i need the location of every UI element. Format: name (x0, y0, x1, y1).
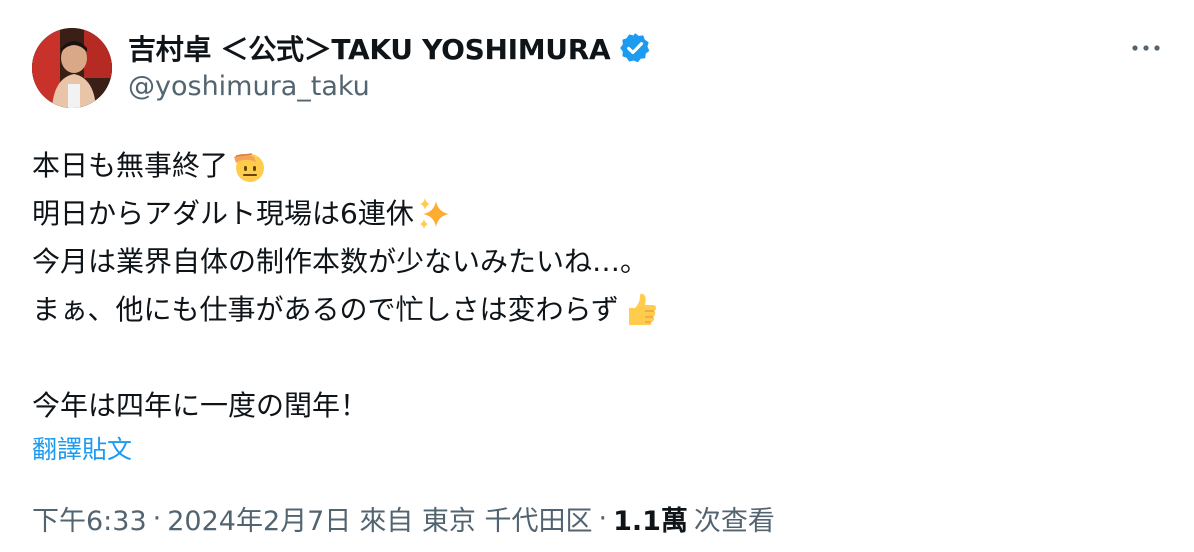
views-count[interactable]: 1.1萬 (613, 499, 688, 538)
post-line-text: 今年は四年に一度の閏年！ (32, 389, 369, 422)
post-line: 明日からアダルト現場は6連休 (32, 190, 1152, 238)
post-date[interactable]: 2024年2月7日 (167, 499, 351, 538)
more-options-button[interactable] (1122, 32, 1170, 64)
post-location: 來自 東京 千代田区 (359, 505, 593, 537)
meta-separator: · (598, 502, 608, 534)
post-line: まぁ、他にも仕事があるので忙しさは変わらず (32, 286, 1152, 334)
post-line-text: 今月は業界自体の制作本数が少ないみたいね…。 (32, 245, 649, 278)
post-time[interactable]: 下午6:33 (32, 499, 147, 538)
post-line: 本日も無事終了 (32, 142, 1152, 190)
more-horizontal-icon (1132, 45, 1160, 51)
post-line-blank (32, 334, 1152, 382)
tweet-card: 吉村卓 ＜公式＞TAKU YOSHIMURA @yoshimura_taku 本… (0, 0, 1194, 552)
post-line-text: 明日からアダルト現場は6連休 (32, 197, 414, 230)
avatar[interactable] (32, 28, 112, 108)
author-handle[interactable]: @yoshimura_taku (128, 71, 370, 102)
views-label: 次查看 (693, 505, 775, 537)
post-line-text: 本日も無事終了 (32, 149, 229, 182)
post-line: 今月は業界自体の制作本数が少ないみたいね…。 (32, 238, 1152, 286)
post-line-text: まぁ、他にも仕事があるので忙しさは変わらず (32, 293, 619, 326)
verified-badge-icon (618, 31, 652, 65)
thumbs-up-emoji (621, 291, 659, 329)
author-row: 吉村卓 ＜公式＞TAKU YOSHIMURA (128, 30, 652, 66)
post-meta: 下午6:33 · 2024年2月7日 來自 東京 千代田区 · 1.1萬 次查看 (32, 499, 775, 538)
translate-post-link[interactable]: 翻譯貼文 (32, 430, 132, 466)
post-text: 本日も無事終了 明日からアダルト現場は6連休 今月は業界自体の制作本数が少ないみ… (32, 142, 1152, 430)
meta-separator: · (152, 502, 162, 534)
sparkles-emoji (416, 195, 454, 233)
author-name[interactable]: 吉村卓 ＜公式＞TAKU YOSHIMURA (128, 28, 611, 68)
post-line: 今年は四年に一度の閏年！ (32, 382, 1152, 430)
saluting-face-emoji (230, 147, 268, 185)
